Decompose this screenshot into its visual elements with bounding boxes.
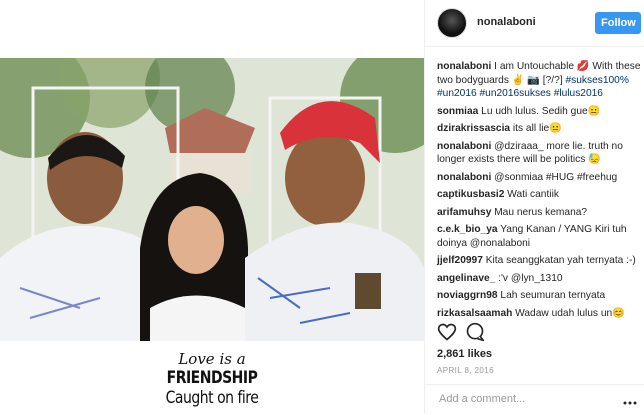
comment-username[interactable]: jjelf20997 xyxy=(437,255,483,266)
comment-username[interactable]: nonalaboni xyxy=(437,61,491,72)
comment-username[interactable]: nonalaboni xyxy=(437,141,491,152)
list-item: noviaggrn98 Lah seumuran ternyata xyxy=(437,289,641,303)
caption-art-line-2: FRIENDSHIP xyxy=(166,368,258,388)
comment-username[interactable]: captikusbasi2 xyxy=(437,189,504,200)
comment-text: Wati cantiik xyxy=(504,189,559,200)
comment-text: @sonmiaa #HUG #freehug xyxy=(491,171,618,183)
caption-artwork: Love is a FRIENDSHIP Caught on fire xyxy=(0,342,424,414)
likes-count[interactable]: 2,861 likes xyxy=(437,348,492,360)
list-item: arifamuhsy Mau nerus kemana? xyxy=(437,206,641,220)
more-options-icon[interactable] xyxy=(623,394,637,405)
comment-username[interactable]: c.e.k_bio_ya xyxy=(437,224,498,235)
comment-text: its all lie😐 xyxy=(510,123,562,134)
post-header: nonalaboni Follow xyxy=(425,0,644,47)
heart-icon[interactable] xyxy=(437,322,457,342)
comment-text: :'v @lyn_1310 xyxy=(495,272,563,284)
comment-text: Wadaw udah lulus un😊 xyxy=(512,307,625,319)
caption-art-line-1: Love is a xyxy=(178,350,246,368)
comment-username[interactable]: sonmiaa xyxy=(437,106,478,117)
post-side-panel: nonalaboni Follow nonalaboni I am Untouc… xyxy=(424,0,644,414)
action-bar xyxy=(437,322,641,344)
add-comment-bar xyxy=(425,384,644,415)
list-item: rizkasalsaamah Wadaw udah lulus un😊 xyxy=(437,307,641,321)
comments-list: nonalaboni I am Untouchable 💋 With these… xyxy=(437,60,641,324)
list-item: nonalaboni @dziraaa_ more lie. truth no … xyxy=(437,140,641,167)
comment-icon[interactable] xyxy=(465,322,485,342)
list-item: dzirakrissascia its all lie😐 xyxy=(437,122,641,136)
post-photo[interactable] xyxy=(0,58,424,341)
comment-username[interactable]: rizkasalsaamah xyxy=(437,308,512,319)
list-item: angelinave_ :'v @lyn_1310 xyxy=(437,272,641,286)
list-item: jjelf20997 Kita seanggkatan yah ternyata… xyxy=(437,254,641,268)
follow-button[interactable]: Follow xyxy=(595,12,641,34)
caption-comment: nonalaboni I am Untouchable 💋 With these… xyxy=(437,60,641,101)
list-item: sonmiaa Lu udh lulus. Sedih gue😐 xyxy=(437,105,641,119)
comment-username[interactable]: noviaggrn98 xyxy=(437,290,498,301)
caption-art-line-3: Caught on fire xyxy=(165,388,259,408)
list-item: nonalaboni @sonmiaa #HUG #freehug xyxy=(437,171,641,185)
photo-illustration xyxy=(0,58,424,341)
comment-text: Lah seumuran ternyata xyxy=(497,290,606,301)
post-date: APRIL 8, 2016 xyxy=(437,366,494,375)
comment-text: Mau nerus kemana? xyxy=(491,206,588,218)
comment-text: Lu udh lulus. Sedih gue😐 xyxy=(478,105,601,117)
list-item: captikusbasi2 Wati cantiik xyxy=(437,188,641,202)
avatar[interactable] xyxy=(437,8,467,38)
post-image-pane[interactable]: Love is a FRIENDSHIP Caught on fire xyxy=(0,0,424,414)
comment-text: Kita seanggkatan yah ternyata :-) xyxy=(482,255,636,266)
header-username[interactable]: nonalaboni xyxy=(477,16,536,28)
list-item: c.e.k_bio_ya Yang Kanan / YANG Kiri tuh … xyxy=(437,223,641,250)
comment-username[interactable]: angelinave_ xyxy=(437,273,495,284)
comment-input[interactable] xyxy=(437,392,611,406)
comment-username[interactable]: arifamuhsy xyxy=(437,207,491,218)
comment-username[interactable]: nonalaboni xyxy=(437,172,491,183)
comment-username[interactable]: dzirakrissascia xyxy=(437,123,510,134)
